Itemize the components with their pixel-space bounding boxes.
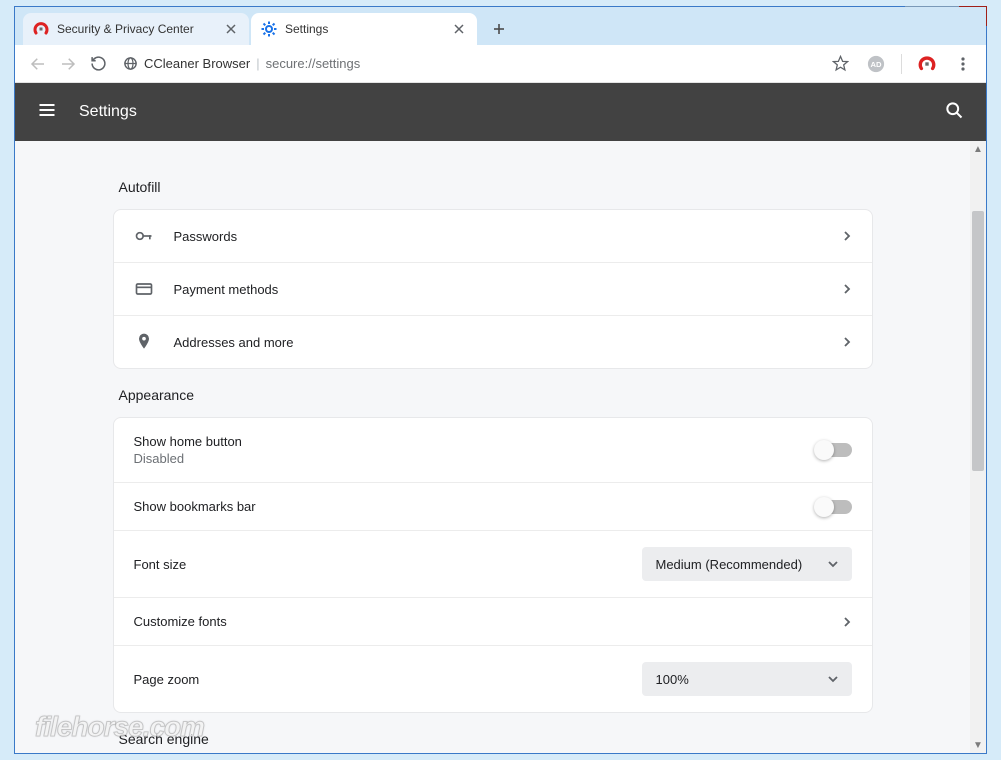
settings-search-icon[interactable]	[944, 100, 964, 125]
row-page-zoom[interactable]: Page zoom 100%	[114, 645, 872, 712]
tab-title: Settings	[285, 22, 451, 36]
ccleaner-favicon-icon	[33, 21, 49, 37]
dropdown-value: Medium (Recommended)	[656, 557, 803, 572]
chevron-right-icon	[842, 231, 852, 241]
appearance-card: Show home button Disabled Show bookmarks…	[113, 417, 873, 713]
address-bar[interactable]: CCleaner Browser | secure://settings	[113, 50, 825, 78]
settings-header: Settings	[15, 83, 986, 141]
hamburger-menu-icon[interactable]	[37, 100, 57, 125]
row-label: Page zoom	[134, 672, 642, 687]
new-tab-button[interactable]	[485, 15, 513, 43]
chevron-right-icon	[842, 617, 852, 627]
tab-close-icon[interactable]	[223, 21, 239, 37]
toolbar-right: AD	[825, 49, 978, 79]
row-home-button[interactable]: Show home button Disabled	[114, 418, 872, 482]
bookmark-star-icon[interactable]	[825, 49, 855, 79]
row-font-size[interactable]: Font size Medium (Recommended)	[114, 530, 872, 597]
settings-page: Autofill Passwords Payment methods	[113, 141, 873, 753]
row-label: Customize fonts	[134, 614, 842, 629]
chevron-right-icon	[842, 284, 852, 294]
toolbar-separator	[901, 54, 902, 74]
browser-window: Security & Privacy Center Settings CClea…	[14, 6, 987, 754]
row-bookmarks-bar[interactable]: Show bookmarks bar	[114, 482, 872, 530]
row-label: Show bookmarks bar	[134, 499, 816, 514]
tab-security-center[interactable]: Security & Privacy Center	[23, 13, 249, 45]
reload-button[interactable]	[83, 49, 113, 79]
toolbar: CCleaner Browser | secure://settings AD	[15, 45, 986, 83]
chevron-down-icon	[828, 672, 838, 687]
tab-strip: Security & Privacy Center Settings	[15, 7, 986, 45]
url-divider: |	[256, 56, 259, 71]
row-label: Font size	[134, 557, 642, 572]
tab-title: Security & Privacy Center	[57, 22, 223, 36]
row-label-text: Show home button	[134, 434, 242, 449]
row-label: Passwords	[174, 229, 842, 244]
menu-button[interactable]	[948, 49, 978, 79]
chevron-down-icon	[828, 557, 838, 572]
vertical-scrollbar[interactable]: ▲ ▼	[970, 141, 986, 753]
row-addresses[interactable]: Addresses and more	[114, 315, 872, 368]
scroll-thumb[interactable]	[972, 211, 984, 471]
row-passwords[interactable]: Passwords	[114, 210, 872, 262]
back-button[interactable]	[23, 49, 53, 79]
toggle-bookmarks[interactable]	[816, 500, 852, 514]
zoom-dropdown[interactable]: 100%	[642, 662, 852, 696]
row-sub: Disabled	[134, 451, 816, 466]
autofill-card: Passwords Payment methods Addresses and …	[113, 209, 873, 369]
chevron-right-icon	[842, 337, 852, 347]
row-label: Payment methods	[174, 282, 842, 297]
adblock-icon[interactable]: AD	[861, 49, 891, 79]
url-origin: CCleaner Browser	[144, 56, 250, 71]
scroll-up-icon[interactable]: ▲	[970, 141, 986, 157]
svg-text:AD: AD	[870, 60, 882, 69]
toggle-home[interactable]	[816, 443, 852, 457]
scroll-down-icon[interactable]: ▼	[970, 737, 986, 753]
content-area: Settings Autofill Passwords Payment m	[15, 83, 986, 753]
url-path: secure://settings	[266, 56, 361, 71]
section-title-appearance: Appearance	[119, 387, 873, 403]
settings-title: Settings	[79, 103, 137, 121]
tab-close-icon[interactable]	[451, 21, 467, 37]
row-label: Show home button Disabled	[134, 434, 816, 466]
key-icon	[134, 226, 174, 246]
pin-icon	[134, 332, 174, 352]
tab-settings[interactable]: Settings	[251, 13, 477, 45]
gear-icon	[261, 21, 277, 37]
forward-button[interactable]	[53, 49, 83, 79]
row-label: Addresses and more	[174, 335, 842, 350]
site-info-icon[interactable]	[123, 56, 138, 71]
row-payment-methods[interactable]: Payment methods	[114, 262, 872, 315]
section-title-autofill: Autofill	[119, 179, 873, 195]
section-title-search-engine: Search engine	[119, 731, 873, 747]
settings-scroll: Autofill Passwords Payment methods	[15, 141, 970, 753]
dropdown-value: 100%	[656, 672, 689, 687]
card-icon	[134, 279, 174, 299]
ccleaner-extension-icon[interactable]	[912, 49, 942, 79]
row-customize-fonts[interactable]: Customize fonts	[114, 597, 872, 645]
font-size-dropdown[interactable]: Medium (Recommended)	[642, 547, 852, 581]
